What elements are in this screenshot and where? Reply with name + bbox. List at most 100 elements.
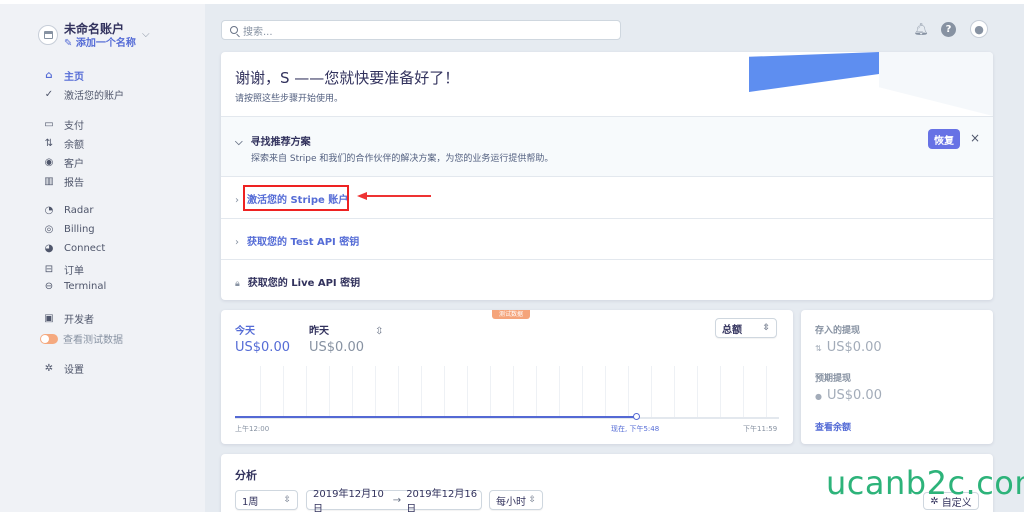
recommend-desc: 探索来自 Stripe 和我们的合作伙伴的解决方案，为您的业务运行提供帮助。 bbox=[251, 154, 554, 164]
interval-select[interactable]: 每小时 ⇳ bbox=[489, 490, 543, 510]
chevron-down-icon: ⌵ bbox=[235, 137, 243, 148]
search-placeholder: 搜索... bbox=[243, 26, 273, 38]
yesterday-label: 昨天 bbox=[309, 326, 329, 337]
deposit-label: 存入的提现 bbox=[815, 326, 861, 336]
date-range-picker[interactable]: 2019年12月10日 → 2019年12月16日 bbox=[306, 489, 482, 512]
sidebar-item-terminal[interactable]: ⊖ Terminal bbox=[42, 281, 106, 292]
bell-icon[interactable]: 🔔︎ bbox=[913, 22, 928, 36]
sidebar-item-developers[interactable]: ▣ 开发者 bbox=[42, 311, 94, 326]
search-input[interactable]: 搜索... bbox=[221, 20, 621, 40]
yesterday-value: US$0.00 bbox=[309, 340, 364, 355]
step-label: 获取您的 Live API 密钥 bbox=[247, 278, 361, 289]
sidebar-item-label: 报告 bbox=[64, 178, 84, 189]
chart-current-point bbox=[633, 413, 640, 420]
range-end: 2019年12月16日 bbox=[406, 489, 478, 512]
chart-series-line bbox=[235, 416, 637, 418]
customer-icon: ◉ bbox=[44, 157, 54, 168]
sidebar-item-label: Connect bbox=[64, 243, 106, 254]
welcome-title: 谢谢，S ——您就快要准备好了！ bbox=[235, 69, 460, 87]
sidebar-item-home[interactable]: ⌂ 主页 bbox=[42, 68, 84, 83]
sidebar-item-label: Terminal bbox=[64, 281, 107, 292]
sidebar-item-activate[interactable]: ✓ 激活您的账户 bbox=[42, 87, 124, 102]
add-name-link[interactable]: ✎ 添加一个名称 bbox=[64, 37, 136, 51]
metric-value: 总额 bbox=[722, 324, 742, 336]
test-data-toggle[interactable]: 查看测试数据 bbox=[40, 331, 123, 346]
period-select[interactable]: 1周 ⇳ bbox=[235, 490, 298, 510]
time-now-label: 现在, 下午5:48 bbox=[611, 425, 660, 433]
gear-icon: ✲ bbox=[44, 363, 54, 374]
test-data-badge: 测试数据 bbox=[492, 310, 530, 319]
sidebar-item-reports[interactable]: ▥ 报告 bbox=[42, 174, 84, 189]
sidebar-item-label: 激活您的账户 bbox=[64, 91, 124, 102]
billing-icon: ◎ bbox=[44, 224, 54, 235]
account-icon bbox=[38, 25, 58, 45]
expected-value: US$0.00 bbox=[826, 388, 882, 403]
sidebar-item-label: 客户 bbox=[64, 159, 84, 170]
top-icons: 🔔︎ ? ● bbox=[913, 20, 988, 38]
decoration-stripe bbox=[749, 52, 879, 92]
arrow-annotation bbox=[357, 192, 431, 200]
volume-chart bbox=[235, 366, 779, 420]
sidebar-item-label: 开发者 bbox=[64, 315, 94, 326]
lock-icon: 🔒︎ bbox=[235, 279, 240, 289]
decoration-stripe-light bbox=[879, 52, 993, 116]
view-balance-link[interactable]: 查看余额 bbox=[815, 420, 851, 433]
sidebar-item-connect[interactable]: ◕ Connect bbox=[42, 243, 106, 254]
help-icon[interactable]: ? bbox=[941, 21, 956, 37]
time-start-label: 上午12:00 bbox=[235, 425, 270, 433]
balances-card: 存入的提现 ⇅ US$0.00 预期提现 ● US$0.00 查看余额 bbox=[801, 310, 993, 444]
chevron-down-icon: ⌵ bbox=[142, 29, 150, 40]
sidebar-item-orders[interactable]: ⊟ 订单 bbox=[42, 262, 84, 277]
sidebar-item-payments[interactable]: ▭ 支付 bbox=[42, 117, 84, 132]
sidebar-item-label: 订单 bbox=[64, 266, 84, 277]
recommend-title[interactable]: ⌵ 寻找推荐方案 bbox=[235, 133, 311, 148]
analysis-title: 分析 bbox=[235, 469, 257, 482]
report-icon: ▥ bbox=[44, 176, 54, 187]
transfer-icon: ⇅ bbox=[815, 344, 822, 353]
toggle-switch[interactable] bbox=[40, 333, 58, 344]
expected-label: 预期提现 bbox=[815, 374, 852, 384]
sidebar-item-balance[interactable]: ⇅ 余额 bbox=[42, 136, 84, 151]
add-name-label: 添加一个名称 bbox=[75, 38, 136, 49]
compare-selector[interactable]: 昨天 ⇳ bbox=[309, 322, 383, 337]
user-icon[interactable]: ● bbox=[970, 20, 988, 38]
radar-icon: ◔ bbox=[44, 205, 54, 216]
restore-button[interactable]: 恢复 bbox=[928, 129, 960, 149]
account-name: 未命名账户 bbox=[64, 22, 125, 36]
range-start: 2019年12月10日 bbox=[313, 489, 384, 512]
close-icon[interactable]: × bbox=[970, 131, 980, 145]
sidebar-item-customers[interactable]: ◉ 客户 bbox=[42, 155, 84, 170]
arrow-right-icon: → bbox=[392, 494, 402, 506]
step-label[interactable]: 获取您的 Test API 密钥 bbox=[247, 237, 359, 248]
sidebar-item-settings[interactable]: ✲ 设置 bbox=[42, 361, 84, 376]
sidebar: 未命名账户 ✎ 添加一个名称 ⌵ ⌂ 主页 ✓ 激活您的账户 ▭ 支付 ⇅ 余额 ◉ 客户… bbox=[0, 4, 205, 512]
volume-card: 测试数据 今天 US$0.00 昨天 ⇳ US$0.00 总额 ⇳ 上午12:00 … bbox=[221, 310, 793, 444]
updown-icon: ⇳ bbox=[283, 495, 291, 505]
updown-icon: ⇳ bbox=[528, 495, 536, 505]
step-row-test-api[interactable]: › 获取您的 Test API 密钥 bbox=[221, 218, 993, 260]
sidebar-item-billing[interactable]: ◎ Billing bbox=[42, 224, 95, 235]
deposit-value: US$0.00 bbox=[826, 340, 882, 355]
search-icon bbox=[230, 26, 238, 34]
step-label[interactable]: 激活您的 Stripe 账户 bbox=[247, 195, 348, 206]
interval-value: 每小时 bbox=[496, 496, 526, 508]
deposit-value-row: ⇅ US$0.00 bbox=[815, 340, 882, 355]
sidebar-item-label: Radar bbox=[64, 205, 94, 216]
sidebar-item-label: 设置 bbox=[64, 365, 84, 376]
metric-select[interactable]: 总额 ⇳ bbox=[715, 318, 777, 338]
recommend-title-text: 寻找推荐方案 bbox=[250, 137, 311, 148]
today-value: US$0.00 bbox=[235, 340, 290, 355]
sidebar-item-label: 主页 bbox=[64, 72, 84, 83]
step-row-live-api: 🔒︎ 获取您的 Live API 密钥 bbox=[221, 259, 993, 300]
card-icon: ▭ bbox=[44, 119, 54, 130]
welcome-card: 谢谢，S ——您就快要准备好了！ 请按照这些步骤开始使用。 ⌵ 寻找推荐方案 探索… bbox=[221, 52, 993, 300]
orders-icon: ⊟ bbox=[44, 264, 54, 275]
expected-value-row: ● US$0.00 bbox=[815, 388, 882, 403]
check-icon: ✓ bbox=[44, 89, 54, 100]
sidebar-item-label: Billing bbox=[64, 224, 95, 235]
transfer-icon: ⇅ bbox=[44, 138, 54, 149]
step-row-activate[interactable]: › 激活您的 Stripe 账户 bbox=[221, 176, 993, 218]
sidebar-item-radar[interactable]: ◔ Radar bbox=[42, 205, 94, 216]
home-icon: ⌂ bbox=[45, 70, 53, 81]
account-switcher[interactable]: 未命名账户 ✎ 添加一个名称 ⌵ bbox=[38, 22, 150, 51]
